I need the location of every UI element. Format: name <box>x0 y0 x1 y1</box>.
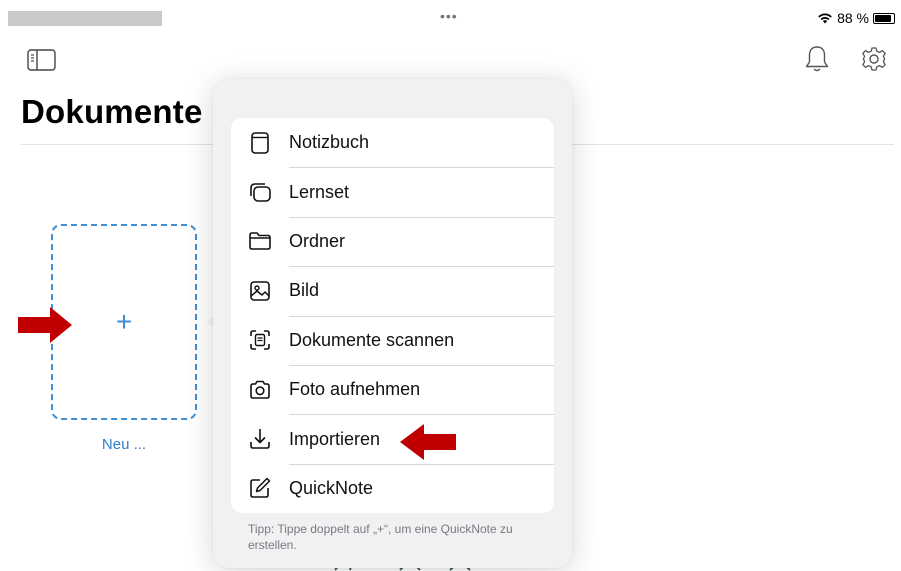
camera-icon <box>250 380 270 399</box>
menu-item-notizbuch[interactable]: Notizbuch <box>231 118 554 167</box>
redacted-status-area <box>8 11 162 26</box>
menu-item-label: Notizbuch <box>289 132 370 153</box>
menu-item-label: Lernset <box>289 181 350 202</box>
folder-icon <box>249 232 271 251</box>
multitasking-dots[interactable]: ••• <box>440 8 458 24</box>
menu-item-importieren[interactable]: Importieren <box>231 414 554 463</box>
scan-document-icon <box>250 330 270 351</box>
status-indicators: 88 % <box>817 10 895 26</box>
wifi-icon <box>818 13 832 24</box>
menu-item-label: Ordner <box>289 230 346 251</box>
new-item-popover: Notizbuch Lernset Ordner Bild Dokumente … <box>213 79 572 568</box>
menu-item-label: Foto aufnehmen <box>289 379 421 400</box>
status-bar: ••• 88 % <box>0 0 901 26</box>
flashcards-icon <box>250 183 271 202</box>
notebook-icon <box>251 131 269 154</box>
menu-item-label: Importieren <box>289 428 381 449</box>
menu-item-bild[interactable]: Bild <box>231 266 554 315</box>
plus-icon: + <box>115 306 133 337</box>
image-icon <box>250 281 270 301</box>
page-title: Dokumente <box>21 93 203 130</box>
sidebar-icon <box>27 49 56 71</box>
settings-button[interactable] <box>860 45 888 73</box>
new-document-tile[interactable]: + <box>51 224 197 420</box>
new-item-menu: Notizbuch Lernset Ordner Bild Dokumente … <box>231 118 554 514</box>
menu-item-label: QuickNote <box>289 477 374 498</box>
red-arrow-annotation <box>18 307 72 343</box>
bell-icon <box>805 46 829 72</box>
menu-item-ordner[interactable]: Ordner <box>231 216 554 266</box>
battery-icon <box>873 12 895 24</box>
red-arrow-annotation <box>400 424 456 460</box>
gear-icon <box>862 47 886 71</box>
menu-item-dokumente-scannen[interactable]: Dokumente scannen <box>231 315 554 365</box>
menu-item-lernset[interactable]: Lernset <box>231 167 554 216</box>
import-icon <box>250 429 270 449</box>
menu-item-label: Dokumente scannen <box>289 329 455 350</box>
quicknote-icon <box>250 478 271 499</box>
new-document-label[interactable]: Neu ... <box>51 436 197 453</box>
menu-item-label: Bild <box>289 280 320 301</box>
battery-percentage: 88 % <box>837 10 869 26</box>
menu-item-foto-aufnehmen[interactable]: Foto aufnehmen <box>231 364 554 414</box>
quicknote-tip: Tipp: Tippe doppelt auf „+“, um eine Qui… <box>248 522 513 552</box>
sidebar-toggle-button[interactable] <box>27 48 57 72</box>
menu-item-quicknote[interactable]: QuickNote <box>231 463 554 513</box>
notifications-button[interactable] <box>803 44 831 74</box>
